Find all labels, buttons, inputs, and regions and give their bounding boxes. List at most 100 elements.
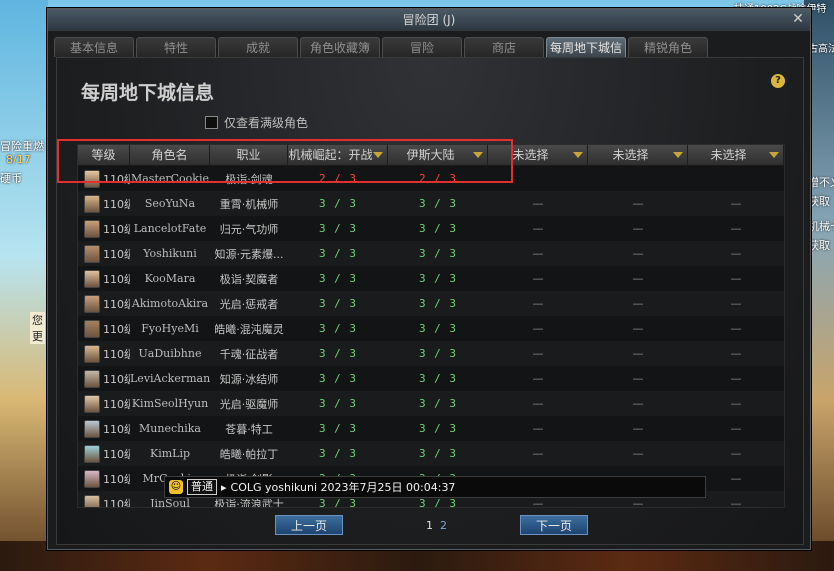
cell-level: 110级 (78, 194, 130, 213)
avatar (84, 194, 100, 213)
cell-level: 110级 (78, 469, 130, 488)
table-row[interactable]: 110级 KimLip 皓曦·帕拉丁 3 / 3 3 / 3 — — — (78, 441, 784, 466)
cell-dungeon-2-progress: 3 / 3 (418, 247, 458, 260)
cell-job: 归元·气功师 (219, 222, 279, 236)
bg-label: 获取 (808, 195, 830, 208)
table-row[interactable]: 110级LeviAckerman 知源·冰结师 3 / 3 3 / 3 — — — (78, 366, 784, 391)
tab-weekly-dungeon-info[interactable]: 每周地下城信息 (546, 37, 626, 75)
cell-slot-2: — (632, 197, 644, 210)
max-level-only-checkbox[interactable] (205, 116, 218, 129)
cell-level: 110级 (78, 394, 130, 413)
cell-slot-2: — (632, 372, 644, 385)
cell-character-name: UaDuibhne (138, 347, 202, 360)
cell-level: 110级 (78, 444, 130, 463)
header-dungeon-select-2[interactable]: 伊斯大陆 (388, 145, 488, 165)
cell-slot-2: — (632, 497, 644, 508)
table-row[interactable]: 110级 SeoYuNa 重霄·机械师 3 / 3 3 / 3 — — — (78, 191, 784, 216)
next-page-button[interactable]: 下一页 (520, 515, 588, 535)
cell-slot-1: — (532, 197, 544, 210)
level-text: 110级 (103, 497, 130, 508)
table-row[interactable]: 110级LancelotFate 归元·气功师 3 / 3 3 / 3 — — — (78, 216, 784, 241)
cell-slot-2: — (632, 247, 644, 260)
cell-job: 极诣·契魔者 (219, 272, 279, 286)
cell-slot-1: — (532, 497, 544, 508)
cell-character-name: LancelotFate (133, 222, 207, 235)
level-text: 110级 (103, 172, 130, 186)
cell-job: 苍暮·特工 (225, 422, 273, 436)
avatar (84, 319, 100, 338)
header-dungeon-select-3[interactable]: 未选择 (488, 145, 588, 165)
dropdown-arrow-icon (769, 152, 779, 158)
cell-dungeon-1-progress: 3 / 3 (318, 447, 358, 460)
level-text: 110级 (103, 222, 130, 236)
filter-label: 仅查看满级角色 (224, 116, 309, 130)
header-name: 角色名 (130, 145, 210, 165)
avatar (84, 344, 100, 363)
tab-basic-info[interactable]: 基本信息 (54, 37, 134, 57)
cell-dungeon-2-progress: 3 / 3 (418, 322, 458, 335)
chat-channel-badge[interactable]: 普通 (187, 479, 217, 495)
bg-label: 硬币 (0, 172, 22, 185)
cell-job: 重霄·机械师 (219, 197, 279, 211)
bg-label: 冒险重燃 (0, 140, 44, 153)
table-row[interactable]: 110级 FyoHyeMi 皓曦·混沌魔灵 3 / 3 3 / 3 — — — (78, 316, 784, 341)
dropdown-arrow-icon (673, 152, 683, 158)
cell-character-name: KimLip (149, 447, 191, 460)
header-dungeon-select-1[interactable]: 机械崛起：开战 (288, 145, 388, 165)
cell-level: 110级 (78, 319, 130, 338)
cell-slot-3: — (730, 397, 742, 410)
table-row[interactable]: 110级 Munechika 苍暮·特工 3 / 3 3 / 3 — — — (78, 416, 784, 441)
table-row[interactable]: 110级KimSeolHyun 光启·驱魔师 3 / 3 3 / 3 — — — (78, 391, 784, 416)
table-row[interactable]: 110级 KooMara 极诣·契魔者 3 / 3 3 / 3 — — — (78, 266, 784, 291)
cell-character-name: JinSoul (150, 497, 190, 508)
level-text: 110级 (103, 297, 130, 311)
close-icon[interactable]: ✕ (790, 11, 806, 27)
window-title: 冒险团 (J) (402, 13, 456, 27)
avatar (84, 394, 100, 413)
table-body: 110级MasterCookie极诣·剑魂2 / 32 / 3110级SeoYu… (78, 166, 784, 508)
level-text: 110级 (103, 247, 130, 261)
bg-label: 您 (30, 312, 45, 328)
tab-elite-characters[interactable]: 精锐角色 (628, 37, 708, 57)
cell-level: 110级 (78, 494, 130, 508)
cell-slot-1: — (532, 397, 544, 410)
header-dungeon-select-5[interactable]: 未选择 (688, 145, 784, 165)
tab-traits[interactable]: 特性 (136, 37, 216, 57)
help-icon[interactable]: ? (771, 74, 785, 88)
cell-dungeon-1-progress: 3 / 3 (318, 347, 358, 360)
table-row[interactable]: 110级 UaDuibhne 千魂·征战者 3 / 3 3 / 3 — — — (78, 341, 784, 366)
window-titlebar[interactable]: 冒险团 (J) ✕ (48, 9, 810, 31)
table-row[interactable]: 110级AkimotoAkira 光启·惩戒者 3 / 3 3 / 3 — — — (78, 291, 784, 316)
cell-slot-3: — (730, 422, 742, 435)
tab-adventure[interactable]: 冒险 (382, 37, 462, 57)
cell-character-name: KooMara (144, 272, 196, 285)
avatar (84, 369, 100, 388)
tab-achievements[interactable]: 成就 (218, 37, 298, 57)
cell-dungeon-1-progress: 3 / 3 (318, 272, 358, 285)
cell-slot-2: — (632, 222, 644, 235)
avatar (84, 294, 100, 313)
avatar (84, 469, 100, 488)
cell-slot-3: — (730, 297, 742, 310)
cell-dungeon-1-progress: 3 / 3 (318, 297, 358, 310)
tab-shop[interactable]: 商店 (464, 37, 544, 57)
cell-dungeon-2-progress: 3 / 3 (418, 297, 458, 310)
cell-dungeon-1-progress: 3 / 3 (318, 222, 358, 235)
cell-slot-2: — (632, 297, 644, 310)
cell-dungeon-1-progress: 3 / 3 (318, 422, 358, 435)
cell-slot-1: — (532, 422, 544, 435)
page-number-1[interactable]: 1 (426, 519, 433, 532)
header-slot-1-label: 未选择 (512, 148, 549, 162)
prev-page-button[interactable]: 上一页 (275, 515, 343, 535)
table-row[interactable]: 110级 Yoshikuni 知源·元素爆... 3 / 3 3 / 3 — — — (78, 241, 784, 266)
tab-character-collection[interactable]: 角色收藏簿 (300, 37, 380, 57)
header-dungeon-select-4[interactable]: 未选择 (588, 145, 688, 165)
cell-dungeon-1-progress: 2 / 3 (318, 172, 358, 185)
page-title: 每周地下城信息 (81, 82, 215, 104)
cell-slot-3: — (730, 247, 742, 260)
level-text: 110级 (103, 472, 130, 486)
cell-slot-1: — (532, 347, 544, 360)
page-number-2[interactable]: 2 (440, 519, 447, 532)
table-row[interactable]: 110级MasterCookie 极诣·剑魂 2 / 3 2 / 3 (78, 166, 784, 191)
cell-dungeon-2-progress: 2 / 3 (418, 172, 458, 185)
